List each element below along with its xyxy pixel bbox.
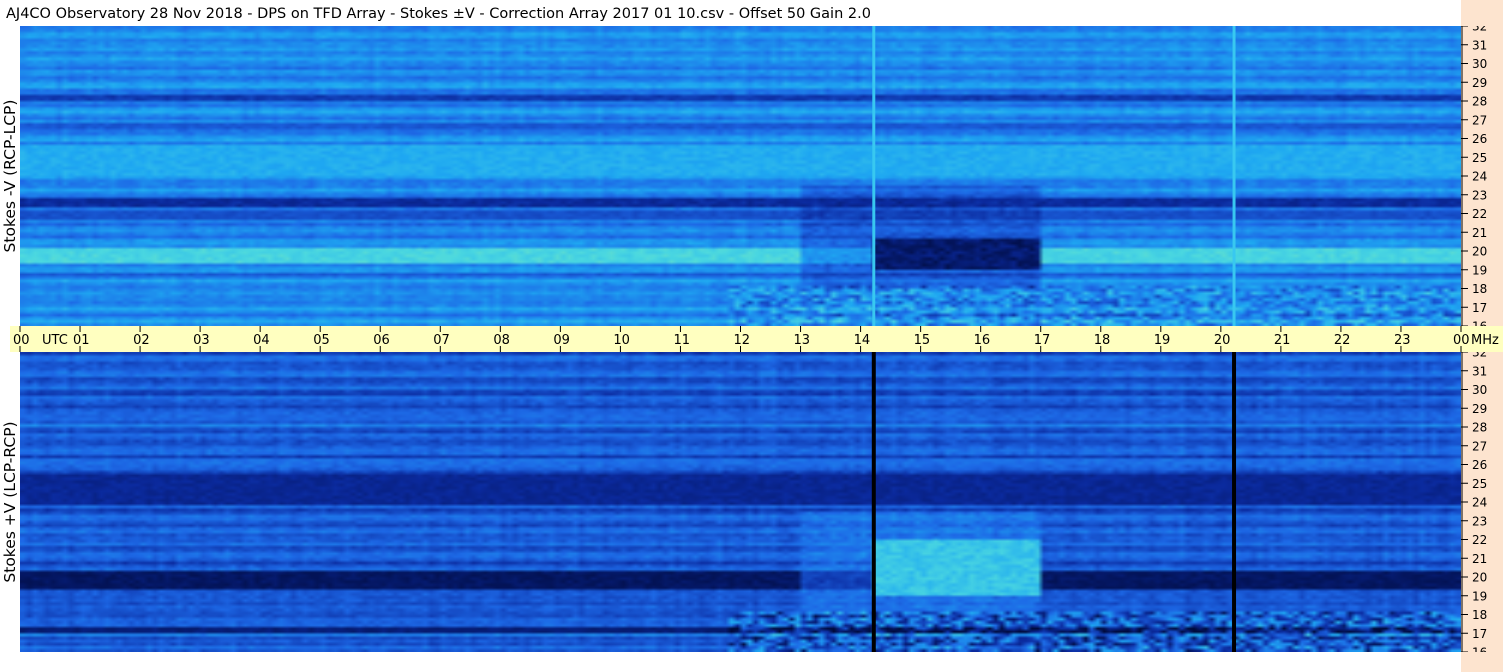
spectrogram-bottom xyxy=(20,352,1461,652)
freq-tick-label: 20 xyxy=(1472,571,1487,585)
freq-tick-label: 21 xyxy=(1472,552,1487,566)
freq-tick-label: 27 xyxy=(1472,439,1487,453)
freq-tick-label: 31 xyxy=(1472,364,1487,378)
time-tick-label: 20 xyxy=(1214,333,1231,348)
freq-tick-label: 19 xyxy=(1472,589,1487,603)
time-tick-label: 06 xyxy=(373,333,390,348)
freq-tick-label: 31 xyxy=(1472,38,1487,52)
freq-tick-label: 25 xyxy=(1472,151,1487,165)
time-tick-label: 12 xyxy=(734,333,751,348)
time-tick-label: 01 xyxy=(73,333,90,348)
freq-tick-label: 19 xyxy=(1472,263,1487,277)
freq-unit-label: MHz xyxy=(1471,333,1499,348)
time-tick-label: 02 xyxy=(133,333,150,348)
time-tick-label: 14 xyxy=(854,333,871,348)
freq-tick-label: 25 xyxy=(1472,477,1487,491)
freq-tick-label: 21 xyxy=(1472,226,1487,240)
time-tick-label: 09 xyxy=(553,333,570,348)
freq-tick-label: 22 xyxy=(1472,533,1487,547)
freq-tick-label: 23 xyxy=(1472,514,1487,528)
time-tick-label: 00 xyxy=(1453,333,1470,348)
time-tick-label: 15 xyxy=(914,333,931,348)
y-axis-label-bottom: Stokes +V (LCP-RCP) xyxy=(1,421,19,582)
time-tick-label: 16 xyxy=(974,333,991,348)
time-tick-label: 00 xyxy=(13,333,30,348)
time-tick-label: 07 xyxy=(433,333,450,348)
time-tick-label: 21 xyxy=(1274,333,1291,348)
freq-tick-label: 24 xyxy=(1472,170,1487,184)
freq-tick-label: 28 xyxy=(1472,95,1487,109)
chart-svg: AJ4CO Observatory 28 Nov 2018 - DPS on T… xyxy=(1,0,1503,672)
time-tick-label: 03 xyxy=(193,333,210,348)
time-tick-label: 10 xyxy=(613,333,630,348)
freq-axis-bottom-strip xyxy=(1461,652,1503,672)
time-tick-label: 05 xyxy=(313,333,330,348)
time-tick-label: 19 xyxy=(1154,333,1171,348)
spectrogram-top xyxy=(20,26,1461,326)
freq-tick-label: 18 xyxy=(1472,282,1487,296)
freq-tick-label: 28 xyxy=(1472,421,1487,435)
chart-title: AJ4CO Observatory 28 Nov 2018 - DPS on T… xyxy=(6,6,871,22)
freq-tick-label: 29 xyxy=(1472,402,1487,416)
freq-tick-label: 26 xyxy=(1472,458,1487,472)
time-tick-label: 11 xyxy=(673,333,690,348)
freq-tick-label: 27 xyxy=(1472,113,1487,127)
time-tick-label: 04 xyxy=(253,333,270,348)
y-axis-label-top: Stokes -V (RCP-LCP) xyxy=(1,100,19,253)
time-tick-label: 08 xyxy=(493,333,510,348)
freq-axis-top-strip xyxy=(1461,0,1503,26)
freq-tick-label: 30 xyxy=(1472,383,1487,397)
freq-tick-label: 26 xyxy=(1472,132,1487,146)
time-tick-label: 13 xyxy=(794,333,811,348)
time-tick-label: 18 xyxy=(1094,333,1111,348)
freq-tick-label: 23 xyxy=(1472,188,1487,202)
time-tick-label: 22 xyxy=(1334,333,1351,348)
freq-tick-label: 29 xyxy=(1472,76,1487,90)
freq-tick-label: 24 xyxy=(1472,496,1487,510)
spectrogram-window: AJ4CO Observatory 28 Nov 2018 - DPS on T… xyxy=(0,0,1503,672)
time-tick-label: 17 xyxy=(1034,333,1051,348)
freq-tick-label: 30 xyxy=(1472,57,1487,71)
freq-tick-label: 17 xyxy=(1472,627,1487,641)
freq-tick-label: 22 xyxy=(1472,207,1487,221)
x-axis-label: UTC xyxy=(42,333,68,348)
freq-tick-label: 18 xyxy=(1472,608,1487,622)
freq-tick-label: 17 xyxy=(1472,301,1487,315)
freq-tick-label: 20 xyxy=(1472,245,1487,259)
time-tick-label: 23 xyxy=(1394,333,1411,348)
